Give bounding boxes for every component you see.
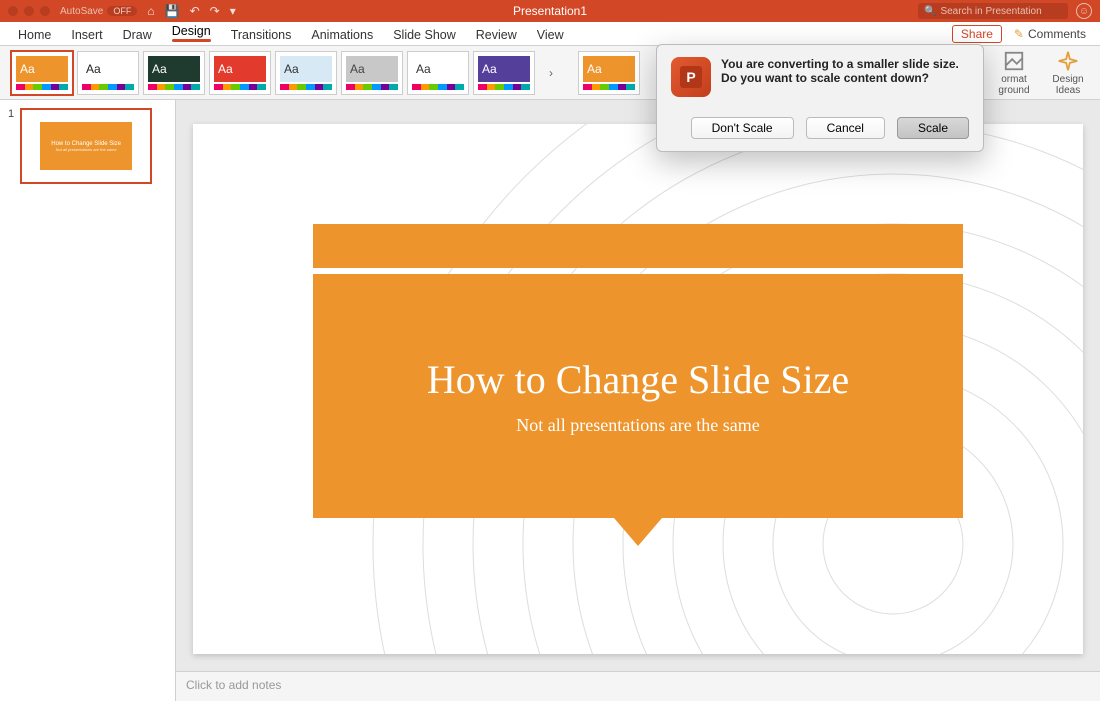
tab-animations[interactable]: Animations bbox=[301, 24, 383, 45]
tab-draw[interactable]: Draw bbox=[113, 24, 162, 45]
redo-icon[interactable]: ↷ bbox=[210, 4, 220, 18]
theme-thumb[interactable]: Aa bbox=[11, 51, 73, 95]
theme-aa: Aa bbox=[218, 62, 233, 76]
powerpoint-app-icon: P bbox=[671, 57, 711, 97]
theme-thumb[interactable]: Aa bbox=[77, 51, 139, 95]
slide-subtitle[interactable]: Not all presentations are the same bbox=[516, 415, 759, 436]
slide-thumbnail[interactable]: How to Change Slide Size Not all present… bbox=[20, 108, 152, 184]
search-icon: 🔍 bbox=[924, 6, 936, 17]
theme-aa: Aa bbox=[152, 62, 167, 76]
search-input[interactable] bbox=[940, 6, 1060, 17]
document-title: Presentation1 bbox=[513, 4, 587, 18]
zoom-window-icon[interactable] bbox=[40, 6, 50, 16]
autosave-state: OFF bbox=[107, 6, 137, 16]
slide-thumb-1[interactable]: 1 How to Change Slide Size Not all prese… bbox=[8, 108, 167, 184]
theme-aa: Aa bbox=[587, 62, 602, 76]
comments-button[interactable]: ✎ Comments bbox=[1008, 25, 1092, 43]
window-controls bbox=[8, 6, 50, 16]
titlebar: AutoSave OFF ⌂ 💾 ↶ ↷ ▾ Presentation1 🔍 ☺ bbox=[0, 0, 1100, 22]
tab-design[interactable]: Design bbox=[162, 20, 221, 45]
workspace: 1 How to Change Slide Size Not all prese… bbox=[0, 100, 1100, 701]
theme-aa: Aa bbox=[350, 62, 365, 76]
customize-qat-icon[interactable]: ▾ bbox=[230, 4, 236, 18]
design-ideas-label: Design Ideas bbox=[1052, 74, 1083, 96]
theme-thumb[interactable]: Aa bbox=[275, 51, 337, 95]
tab-insert[interactable]: Insert bbox=[61, 24, 112, 45]
cancel-button[interactable]: Cancel bbox=[806, 117, 885, 139]
design-ideas-button[interactable]: Design Ideas bbox=[1044, 50, 1092, 96]
account-icon[interactable]: ☺ bbox=[1076, 3, 1092, 19]
autosave-toggle[interactable]: AutoSave OFF bbox=[60, 6, 137, 17]
editor-pane: How to Change Slide Size Not all present… bbox=[176, 100, 1100, 701]
ribbon-tabs: Home Insert Draw Design Transitions Anim… bbox=[0, 22, 1100, 46]
format-background-label: ormat ground bbox=[998, 74, 1029, 96]
tab-slideshow[interactable]: Slide Show bbox=[383, 24, 466, 45]
quick-access-toolbar: ⌂ 💾 ↶ ↷ ▾ bbox=[147, 4, 235, 18]
autosave-label: AutoSave bbox=[60, 6, 103, 17]
format-background-icon bbox=[1003, 50, 1025, 72]
theme-aa: Aa bbox=[482, 62, 497, 76]
notes-pane[interactable]: Click to add notes bbox=[176, 671, 1100, 701]
theme-aa: Aa bbox=[86, 62, 101, 76]
canvas-area[interactable]: How to Change Slide Size Not all present… bbox=[176, 100, 1100, 671]
tab-view[interactable]: View bbox=[527, 24, 574, 45]
theme-aa: Aa bbox=[416, 62, 431, 76]
slide-title[interactable]: How to Change Slide Size bbox=[427, 356, 849, 403]
thumb-subtitle: Not all presentations are the same bbox=[56, 147, 117, 152]
design-ideas-icon bbox=[1057, 50, 1079, 72]
title-box[interactable]: How to Change Slide Size Not all present… bbox=[313, 274, 963, 518]
themes-gallery: Aa Aa Aa Aa Aa Aa Aa Aa bbox=[8, 48, 538, 98]
close-window-icon[interactable] bbox=[8, 6, 18, 16]
notes-placeholder: Click to add notes bbox=[186, 678, 281, 692]
theme-thumb[interactable]: Aa bbox=[143, 51, 205, 95]
variant-thumb[interactable]: Aa bbox=[578, 51, 640, 95]
scale-button[interactable]: Scale bbox=[897, 117, 969, 139]
title-accent-bar bbox=[313, 224, 963, 268]
comments-label: Comments bbox=[1028, 27, 1086, 41]
search-box[interactable]: 🔍 bbox=[918, 3, 1068, 19]
theme-thumb[interactable]: Aa bbox=[473, 51, 535, 95]
slide-number: 1 bbox=[8, 108, 14, 120]
callout-pointer-icon bbox=[614, 518, 662, 546]
ribbon-end-tools: ormat ground Design Ideas bbox=[990, 50, 1092, 96]
theme-aa: Aa bbox=[20, 62, 35, 76]
theme-aa: Aa bbox=[284, 62, 299, 76]
theme-thumb[interactable]: Aa bbox=[407, 51, 469, 95]
titlebar-right: 🔍 ☺ bbox=[918, 3, 1092, 19]
format-background-button[interactable]: ormat ground bbox=[990, 50, 1038, 96]
theme-thumb[interactable]: Aa bbox=[209, 51, 271, 95]
undo-icon[interactable]: ↶ bbox=[190, 4, 200, 18]
minimize-window-icon[interactable] bbox=[24, 6, 34, 16]
thumb-content: How to Change Slide Size Not all present… bbox=[40, 122, 132, 170]
tab-transitions[interactable]: Transitions bbox=[221, 24, 302, 45]
home-icon[interactable]: ⌂ bbox=[147, 4, 154, 18]
more-themes-icon[interactable]: › bbox=[544, 66, 558, 80]
save-icon[interactable]: 💾 bbox=[165, 4, 180, 18]
tab-review[interactable]: Review bbox=[466, 24, 527, 45]
dont-scale-button[interactable]: Don't Scale bbox=[691, 117, 794, 139]
tab-home[interactable]: Home bbox=[8, 24, 61, 45]
slide-canvas[interactable]: How to Change Slide Size Not all present… bbox=[193, 124, 1083, 654]
variants-gallery: Aa bbox=[578, 51, 640, 95]
theme-thumb[interactable]: Aa bbox=[341, 51, 403, 95]
share-button[interactable]: Share bbox=[952, 25, 1002, 43]
slide-thumbnails-pane[interactable]: 1 How to Change Slide Size Not all prese… bbox=[0, 100, 176, 701]
dialog-message: You are converting to a smaller slide si… bbox=[721, 57, 969, 97]
scale-content-dialog: P You are converting to a smaller slide … bbox=[656, 44, 984, 152]
comments-icon: ✎ bbox=[1014, 27, 1024, 41]
